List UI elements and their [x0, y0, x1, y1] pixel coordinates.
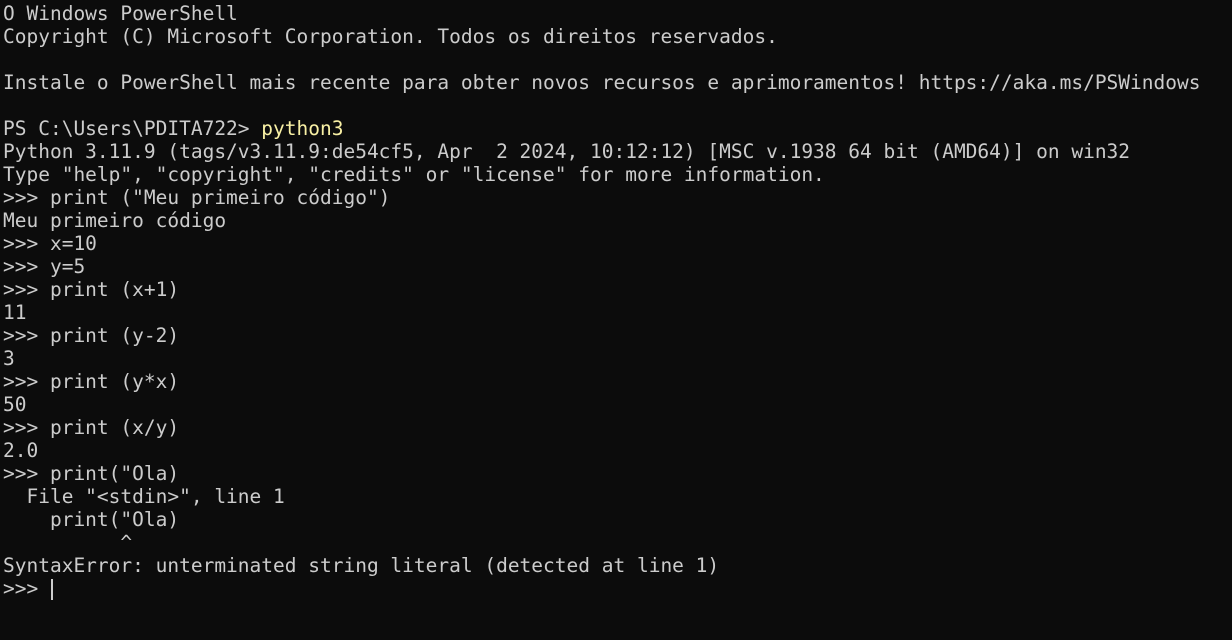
terminal-line: >>> x=10: [3, 232, 1232, 255]
terminal-line: >>> print (x+1): [3, 278, 1232, 301]
line-text: >>> print ("Meu primeiro código"): [3, 186, 391, 209]
line-text: O Windows PowerShell: [3, 2, 238, 25]
line-text: >>> print (y*x): [3, 370, 180, 393]
terminal-line: Instale o PowerShell mais recente para o…: [3, 71, 1232, 94]
terminal-line: PS C:\Users\PDITA722> python3: [3, 117, 1232, 140]
line-text: >>> print (x+1): [3, 278, 180, 301]
command-text: python3: [261, 117, 344, 140]
terminal-line: O Windows PowerShell: [3, 2, 1232, 25]
line-text: >>> x=10: [3, 232, 97, 255]
terminal-line: 11: [3, 301, 1232, 324]
line-text: ^: [3, 531, 133, 554]
terminal-line: >>> print ("Meu primeiro código"): [3, 186, 1232, 209]
terminal-line: Type "help", "copyright", "credits" or "…: [3, 163, 1232, 186]
line-text: Instale o PowerShell mais recente para o…: [3, 71, 1201, 94]
terminal-line: >>> print (x/y): [3, 416, 1232, 439]
line-text: Type "help", "copyright", "credits" or "…: [3, 163, 825, 186]
line-text: >>> print("Ola): [3, 462, 180, 485]
terminal-line: Python 3.11.9 (tags/v3.11.9:de54cf5, Apr…: [3, 140, 1232, 163]
line-text: Python 3.11.9 (tags/v3.11.9:de54cf5, Apr…: [3, 140, 1131, 163]
terminal-line: Meu primeiro código: [3, 209, 1232, 232]
terminal-line: 3: [3, 347, 1232, 370]
terminal-line: print("Ola): [3, 508, 1232, 531]
python-prompt: >>>: [3, 577, 50, 600]
line-text: 3: [3, 347, 15, 370]
terminal-line: 50: [3, 393, 1232, 416]
line-text: Copyright (C) Microsoft Corporation. Tod…: [3, 25, 778, 48]
line-text: >>> print (y-2): [3, 324, 180, 347]
terminal-line: SyntaxError: unterminated string literal…: [3, 554, 1232, 577]
line-text: File "<stdin>", line 1: [3, 485, 285, 508]
terminal-line: >>> print (y*x): [3, 370, 1232, 393]
terminal-line: File "<stdin>", line 1: [3, 485, 1232, 508]
terminal-output: O Windows PowerShell Copyright (C) Micros…: [0, 2, 1232, 577]
input-line[interactable]: >>>: [3, 577, 1232, 600]
terminal-line: >>> y=5: [3, 255, 1232, 278]
line-text: 2.0: [3, 439, 39, 462]
line-text: >>> print (x/y): [3, 416, 180, 439]
terminal-line: Copyright (C) Microsoft Corporation. Tod…: [3, 25, 1232, 48]
line-text: SyntaxError: unterminated string literal…: [3, 554, 720, 577]
text-cursor: [50, 579, 53, 600]
terminal-window[interactable]: O Windows PowerShell Copyright (C) Micros…: [0, 0, 1232, 640]
line-text: Meu primeiro código: [3, 209, 227, 232]
line-text: 11: [3, 301, 27, 324]
terminal-line: 2.0: [3, 439, 1232, 462]
terminal-line: ^: [3, 531, 1232, 554]
line-text: >>> y=5: [3, 255, 86, 278]
terminal-line: >>> print (y-2): [3, 324, 1232, 347]
terminal-line: >>> print("Ola): [3, 462, 1232, 485]
line-text: print("Ola): [3, 508, 180, 531]
line-text: 50: [3, 393, 27, 416]
line-text: PS C:\Users\PDITA722>: [3, 117, 262, 140]
